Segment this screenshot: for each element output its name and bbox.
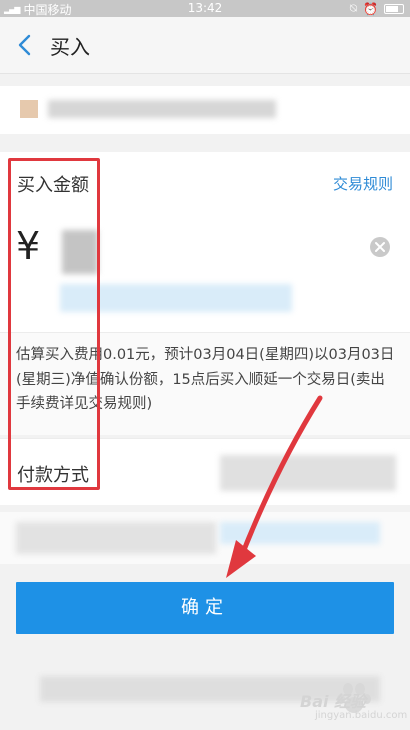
payment-method-blurred [220,455,396,491]
watermark-url: jingyan.baidu.com [315,710,408,721]
fund-logo [20,100,38,118]
payment-info-blue-blurred [220,522,380,544]
clear-circle-icon[interactable] [370,237,390,257]
confirm-button[interactable]: 确定 [16,582,394,634]
carrier-label: 中国移动 [23,3,72,17]
watermark-text: Bai 经验 [300,692,367,711]
fund-info-row [0,86,410,134]
status-left: ▂▄▆ 中国移动 [4,1,71,18]
alarm-icon: ⏰ [363,1,378,16]
payment-info-blurred [16,522,216,554]
trade-rules-link[interactable]: 交易规则 [333,173,393,194]
signal-icon: ▂▄▆ [4,5,21,14]
app-header: 买入 [0,17,410,74]
status-bar: ▂▄▆ 中国移动 13:42 ⍉ ⏰ [0,0,410,17]
page-title: 买入 [50,35,90,59]
status-right: ⍉ ⏰ [350,1,404,16]
chevron-left-icon[interactable] [16,33,36,57]
silent-icon: ⍉ [349,1,358,15]
battery-icon [384,3,404,14]
annotation-highlight-box [8,158,100,490]
clock: 13:42 [187,1,223,15]
fund-name-blurred [48,100,276,118]
payment-info-row [0,512,410,564]
